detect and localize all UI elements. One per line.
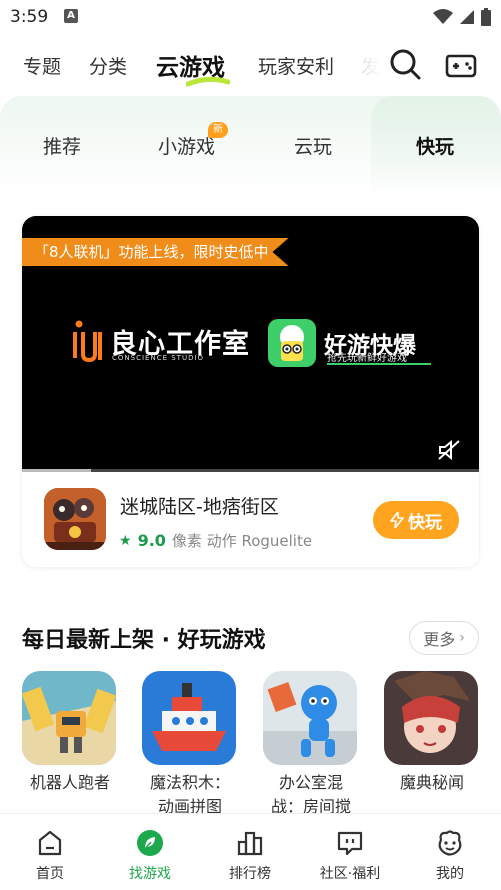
game-tile-label: 魔典秘闻 <box>399 773 464 792</box>
tab-topics[interactable]: 专题 <box>23 52 61 79</box>
section-title: 每日最新上架 · 好玩游戏 <box>22 628 266 653</box>
new-badge: 新 <box>208 122 228 138</box>
list-item[interactable]: 魔典秘闻 <box>384 671 480 795</box>
game-list: 机器人跑者 魔法积木： 动画拼图 办公室混 战：房间搅 魔典秘闻 <box>22 671 501 817</box>
nav-profile[interactable]: 我的 <box>400 814 500 890</box>
subtab-recommend[interactable]: 推荐 <box>43 132 81 159</box>
list-item[interactable]: 机器人跑者 <box>22 671 118 795</box>
tab-fade <box>350 42 390 86</box>
nav-label: 社区·福利 <box>319 866 381 882</box>
subtab-quick-play[interactable]: 快玩 <box>416 132 454 159</box>
studio-logo-icon <box>73 320 102 363</box>
game-tile-icon <box>384 671 478 765</box>
video-player[interactable]: 「8人联机」功能上线，限时史低中 良心工作室 CONSCIENCE STUDIO <box>22 216 479 472</box>
wifi-icon <box>433 9 453 24</box>
feature-card[interactable]: 「8人联机」功能上线，限时史低中 良心工作室 CONSCIENCE STUDIO <box>22 216 479 567</box>
bottom-nav: 首页 找游戏 排行榜 社区·福利 我的 <box>0 813 501 890</box>
nav-label: 排行榜 <box>229 866 271 882</box>
list-item[interactable]: 魔法积木： 动画拼图 <box>142 671 238 817</box>
game-tile-icon <box>142 671 236 765</box>
nav-home[interactable]: 首页 <box>0 814 100 890</box>
partner-underline <box>327 363 431 365</box>
more-button[interactable]: 更多 › <box>409 621 479 655</box>
sub-tab-bar: 推荐 小游戏 新 云玩 快玩 <box>0 96 501 196</box>
gamepad-icon[interactable] <box>443 46 479 82</box>
home-icon <box>38 830 62 856</box>
partner-logo-icon <box>268 319 316 367</box>
list-item[interactable]: 办公室混 战：房间搅 <box>263 671 359 817</box>
quick-play-label: 快玩 <box>408 512 442 533</box>
game-icon[interactable] <box>44 488 106 550</box>
game-tile-label: 机器人跑者 <box>29 773 110 792</box>
status-bar: 3:59 A <box>0 0 501 34</box>
partner-slogan: 抢先玩新鲜好游戏 <box>327 353 407 364</box>
nav-rankings[interactable]: 排行榜 <box>200 814 300 890</box>
promo-ribbon: 「8人联机」功能上线，限时史低中 <box>22 238 289 266</box>
game-tile-icon <box>263 671 357 765</box>
chat-icon <box>337 831 363 856</box>
game-tile-label-line1: 魔法积木： <box>149 773 230 792</box>
status-time: 3:59 <box>10 7 49 27</box>
lightning-icon <box>390 512 404 528</box>
video-progress-fill <box>22 469 91 472</box>
nav-find-games[interactable]: 找游戏 <box>100 814 200 890</box>
quick-play-button[interactable]: 快玩 <box>373 501 459 539</box>
nav-label: 我的 <box>436 866 464 882</box>
subtab-mini-games[interactable]: 小游戏 <box>158 132 215 159</box>
game-tile-label: 魔法积木： 动画拼图 <box>142 771 238 817</box>
nav-label: 找游戏 <box>129 866 171 882</box>
star-icon: ★ <box>119 532 132 549</box>
game-title[interactable]: 迷城陆区-地痞街区 <box>120 492 279 519</box>
game-rating: 9.0 <box>137 531 166 550</box>
game-tile-label: 办公室混 战：房间搅 <box>263 771 359 817</box>
game-tile-label-line1: 办公室混 <box>278 773 343 792</box>
leaf-icon <box>137 830 163 856</box>
subtab-cloud-play[interactable]: 云玩 <box>294 132 332 159</box>
game-tags: 像素 动作 Roguelite <box>171 532 313 550</box>
nav-label: 首页 <box>36 866 64 882</box>
top-tab-bar: 专题 分类 云游戏 玩家安利 发 <box>0 42 501 87</box>
tab-player-recommend[interactable]: 玩家安利 <box>258 52 334 79</box>
mute-icon[interactable] <box>437 439 461 461</box>
chevron-right-icon: › <box>459 630 465 646</box>
game-meta: ★ 9.0 像素 动作 Roguelite <box>119 530 312 551</box>
signal-icon <box>460 10 474 24</box>
video-progress[interactable] <box>22 469 479 472</box>
battery-icon <box>481 8 491 26</box>
profile-face-icon <box>438 830 462 856</box>
search-icon[interactable] <box>387 46 423 82</box>
status-icons <box>433 8 491 26</box>
active-tab-underline <box>186 76 230 87</box>
nav-community[interactable]: 社区·福利 <box>300 814 400 890</box>
tab-categories[interactable]: 分类 <box>89 52 127 79</box>
more-label: 更多 <box>423 630 456 649</box>
bar-chart-icon <box>237 831 263 856</box>
notification-app-icon: A <box>64 9 78 23</box>
game-tile-icon <box>22 671 116 765</box>
studio-subtitle: CONSCIENCE STUDIO <box>112 354 205 362</box>
